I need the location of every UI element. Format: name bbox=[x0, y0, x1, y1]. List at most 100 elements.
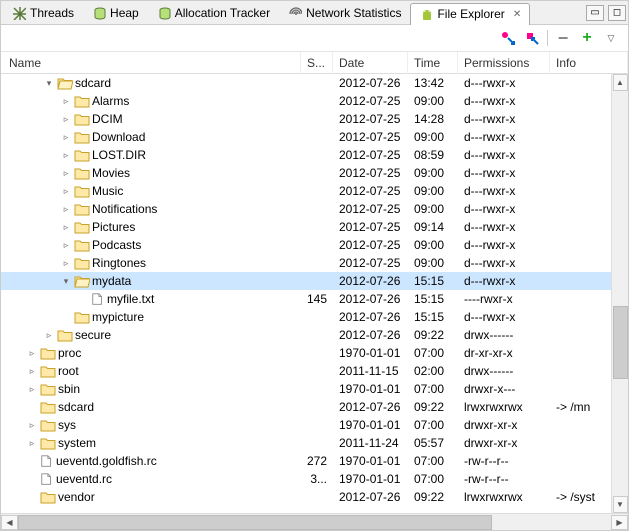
expander-icon[interactable]: ▹ bbox=[60, 221, 72, 233]
view-menu-button[interactable]: ▽ bbox=[602, 29, 620, 47]
expander-icon[interactable]: ▹ bbox=[60, 95, 72, 107]
scroll-right-button[interactable]: ▶ bbox=[611, 515, 628, 530]
file-size: 272 bbox=[301, 454, 333, 468]
folder-icon bbox=[40, 400, 56, 414]
file-name: sbin bbox=[58, 382, 80, 396]
file-date: 2012-07-25 bbox=[333, 202, 408, 216]
tab-file-explorer[interactable]: File Explorer ✕ bbox=[410, 3, 530, 25]
file-name: secure bbox=[75, 328, 111, 342]
table-row[interactable]: ▹ Music 2012-07-25 09:00 d---rwxr-x bbox=[1, 182, 628, 200]
expander-icon[interactable]: ▹ bbox=[60, 113, 72, 125]
header-info[interactable]: Info bbox=[550, 52, 628, 74]
file-permissions: -rw-r--r-- bbox=[458, 454, 550, 468]
table-row[interactable]: sdcard 2012-07-26 09:22 lrwxrwxrwx -> /m… bbox=[1, 398, 628, 416]
expander-icon[interactable]: ▹ bbox=[60, 239, 72, 251]
header-permissions[interactable]: Permissions bbox=[458, 52, 550, 74]
file-date: 1970-01-01 bbox=[333, 472, 408, 486]
file-permissions: d---rwxr-x bbox=[458, 256, 550, 270]
minimize-button[interactable]: ▭ bbox=[586, 5, 604, 21]
delete-button[interactable]: − bbox=[554, 29, 572, 47]
table-row[interactable]: ▾ mydata 2012-07-26 15:15 d---rwxr-x bbox=[1, 272, 628, 290]
expander-icon[interactable]: ▹ bbox=[60, 203, 72, 215]
header-size[interactable]: S... bbox=[301, 52, 333, 74]
table-row[interactable]: ▹ secure 2012-07-26 09:22 drwx------ bbox=[1, 326, 628, 344]
pull-file-button[interactable] bbox=[499, 29, 517, 47]
column-headers: Name S... Date Time Permissions Info bbox=[1, 52, 628, 74]
tab-network-statistics[interactable]: Network Statistics bbox=[279, 2, 410, 24]
folder-icon bbox=[74, 256, 90, 270]
expander-icon[interactable]: ▹ bbox=[60, 131, 72, 143]
folder-icon bbox=[40, 346, 56, 360]
table-row[interactable]: vendor 2012-07-26 09:22 lrwxrwxrwx -> /s… bbox=[1, 488, 628, 506]
tab-heap[interactable]: Heap bbox=[83, 2, 148, 24]
horizontal-scrollbar[interactable]: ◀ ▶ bbox=[1, 513, 628, 530]
table-row[interactable]: ▹ Download 2012-07-25 09:00 d---rwxr-x bbox=[1, 128, 628, 146]
table-row[interactable]: ▹ sbin 1970-01-01 07:00 drwxr-x--- bbox=[1, 380, 628, 398]
close-icon[interactable]: ✕ bbox=[513, 9, 521, 20]
file-date: 2012-07-26 bbox=[333, 400, 408, 414]
table-row[interactable]: ▹ root 2011-11-15 02:00 drwx------ bbox=[1, 362, 628, 380]
file-name: LOST.DIR bbox=[92, 148, 146, 162]
expander-icon[interactable]: ▹ bbox=[26, 383, 38, 395]
file-date: 2012-07-26 bbox=[333, 328, 408, 342]
file-permissions: d---rwxr-x bbox=[458, 310, 550, 324]
expander-icon[interactable]: ▹ bbox=[26, 437, 38, 449]
vertical-scrollbar[interactable]: ▲ ▼ bbox=[611, 74, 628, 513]
file-name: sys bbox=[58, 418, 76, 432]
header-date[interactable]: Date bbox=[333, 52, 408, 74]
table-row[interactable]: myfile.txt 145 2012-07-26 15:15 ----rwxr… bbox=[1, 290, 628, 308]
table-row[interactable]: ▹ Ringtones 2012-07-25 09:00 d---rwxr-x bbox=[1, 254, 628, 272]
table-row[interactable]: ▹ system 2011-11-24 05:57 drwxr-xr-x bbox=[1, 434, 628, 452]
file-date: 2012-07-25 bbox=[333, 148, 408, 162]
expander-icon[interactable]: ▹ bbox=[60, 185, 72, 197]
net-icon bbox=[288, 6, 302, 20]
table-row[interactable]: ▹ proc 1970-01-01 07:00 dr-xr-xr-x bbox=[1, 344, 628, 362]
file-name: Music bbox=[92, 184, 123, 198]
table-row[interactable]: ▹ Pictures 2012-07-25 09:14 d---rwxr-x bbox=[1, 218, 628, 236]
expander-icon[interactable]: ▹ bbox=[26, 347, 38, 359]
expander-icon[interactable]: ▾ bbox=[60, 275, 72, 287]
file-date: 2012-07-25 bbox=[333, 94, 408, 108]
scroll-up-button[interactable]: ▲ bbox=[613, 74, 628, 91]
add-button[interactable]: + bbox=[578, 29, 596, 47]
scroll-down-button[interactable]: ▼ bbox=[613, 496, 628, 513]
tab-threads[interactable]: Threads bbox=[3, 2, 83, 24]
table-row[interactable]: ▹ DCIM 2012-07-25 14:28 d---rwxr-x bbox=[1, 110, 628, 128]
scroll-left-button[interactable]: ◀ bbox=[1, 515, 18, 530]
scroll-thumb-h[interactable] bbox=[18, 515, 492, 530]
file-time: 09:00 bbox=[408, 166, 458, 180]
table-row[interactable]: ▹ Notifications 2012-07-25 09:00 d---rwx… bbox=[1, 200, 628, 218]
file-permissions: d---rwxr-x bbox=[458, 130, 550, 144]
table-row[interactable]: ▾ sdcard 2012-07-26 13:42 d---rwxr-x bbox=[1, 74, 628, 92]
expander-icon[interactable]: ▹ bbox=[26, 419, 38, 431]
table-row[interactable]: mypicture 2012-07-26 15:15 d---rwxr-x bbox=[1, 308, 628, 326]
file-icon bbox=[40, 472, 54, 486]
table-row[interactable]: ▹ Podcasts 2012-07-25 09:00 d---rwxr-x bbox=[1, 236, 628, 254]
scroll-thumb[interactable] bbox=[613, 306, 628, 379]
table-row[interactable]: ueventd.rc 3... 1970-01-01 07:00 -rw-r--… bbox=[1, 470, 628, 488]
file-permissions: d---rwxr-x bbox=[458, 166, 550, 180]
expander-icon[interactable]: ▹ bbox=[43, 329, 55, 341]
folder-icon bbox=[40, 418, 56, 432]
tab-label: File Explorer bbox=[437, 7, 504, 21]
table-row[interactable]: ▹ Alarms 2012-07-25 09:00 d---rwxr-x bbox=[1, 92, 628, 110]
tab-allocation-tracker[interactable]: Allocation Tracker bbox=[148, 2, 279, 24]
maximize-button[interactable]: ◻ bbox=[608, 5, 626, 21]
file-date: 2012-07-25 bbox=[333, 220, 408, 234]
push-file-button[interactable] bbox=[523, 29, 541, 47]
expander-icon[interactable]: ▹ bbox=[60, 167, 72, 179]
table-row[interactable]: ueventd.goldfish.rc 272 1970-01-01 07:00… bbox=[1, 452, 628, 470]
folder-icon bbox=[74, 220, 90, 234]
expander-icon[interactable]: ▹ bbox=[60, 257, 72, 269]
file-name: Pictures bbox=[92, 220, 135, 234]
file-time: 09:22 bbox=[408, 490, 458, 504]
expander-icon[interactable]: ▾ bbox=[43, 77, 55, 89]
header-time[interactable]: Time bbox=[408, 52, 458, 74]
expander-icon[interactable]: ▹ bbox=[60, 149, 72, 161]
table-row[interactable]: ▹ sys 1970-01-01 07:00 drwxr-xr-x bbox=[1, 416, 628, 434]
table-row[interactable]: ▹ Movies 2012-07-25 09:00 d---rwxr-x bbox=[1, 164, 628, 182]
table-row[interactable]: ▹ LOST.DIR 2012-07-25 08:59 d---rwxr-x bbox=[1, 146, 628, 164]
header-name[interactable]: Name bbox=[1, 52, 301, 74]
expander-icon[interactable]: ▹ bbox=[26, 365, 38, 377]
file-name: mydata bbox=[92, 274, 131, 288]
